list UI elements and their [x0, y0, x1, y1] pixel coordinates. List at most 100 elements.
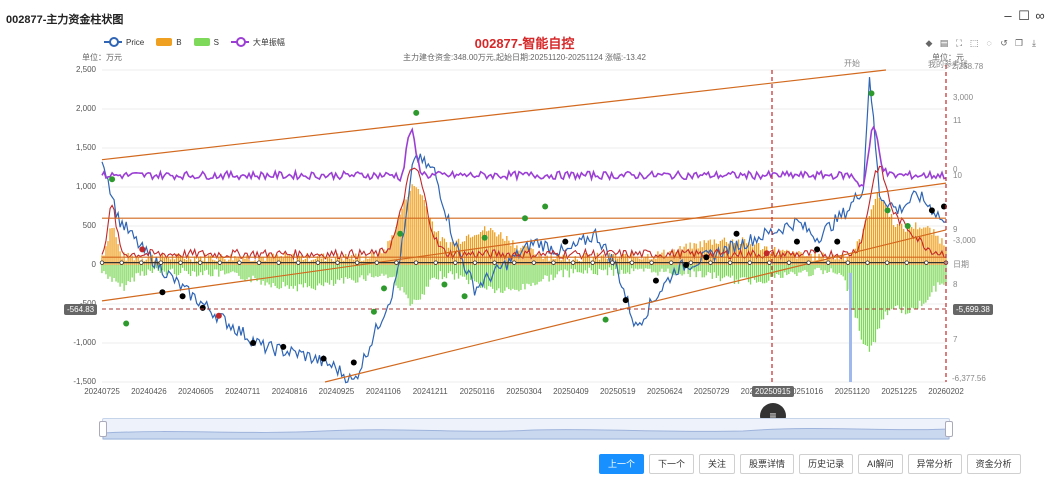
- bar-s: [500, 265, 502, 293]
- bar-s: [651, 265, 653, 273]
- bar-s: [524, 265, 526, 290]
- bar-s: [200, 265, 202, 273]
- bar-b: [137, 256, 139, 265]
- signal-dot: [562, 238, 569, 245]
- bar-s: [659, 265, 661, 272]
- anomaly-button[interactable]: 异常分析: [907, 454, 962, 474]
- bar-s: [324, 265, 327, 283]
- bar-s: [717, 265, 719, 276]
- prev-button[interactable]: 上一个: [599, 454, 645, 474]
- bar-s: [294, 265, 296, 286]
- annotation-label: 开始: [844, 59, 860, 68]
- signal-dot: [280, 343, 287, 350]
- bar-s: [641, 265, 643, 269]
- bar-b: [113, 227, 115, 265]
- bar-b: [492, 230, 494, 265]
- amplitude-line: [101, 125, 947, 188]
- y-tick-label: -1,500: [73, 377, 96, 386]
- zero-marker: [413, 260, 419, 265]
- zoom-handle-right[interactable]: [945, 421, 953, 437]
- bar-b: [270, 257, 272, 265]
- bar-s: [363, 265, 365, 280]
- bar-s: [639, 265, 641, 269]
- bar-s: [792, 265, 794, 273]
- bar-s: [731, 265, 734, 276]
- bar-s: [588, 265, 591, 268]
- bar-s: [441, 265, 444, 280]
- bar-s: [189, 265, 192, 277]
- bar-b: [558, 253, 560, 265]
- bar-s: [145, 265, 147, 276]
- fund-analysis-button[interactable]: 资金分析: [966, 454, 1021, 474]
- bar-b: [129, 257, 131, 265]
- bar-s: [842, 265, 844, 277]
- bar-s: [177, 265, 180, 275]
- signal-dot: [215, 312, 222, 319]
- trend-line-upper: [101, 69, 887, 161]
- bar-b: [506, 236, 508, 265]
- bar-s: [594, 265, 597, 275]
- zoom-handle-left[interactable]: [99, 421, 107, 437]
- bar-s: [318, 265, 321, 284]
- signal-dot: [733, 230, 740, 237]
- signal-dot: [652, 277, 659, 284]
- bar-b: [111, 228, 113, 265]
- bar-s: [719, 265, 721, 282]
- right-axis-label: 10: [953, 171, 962, 180]
- bar-b: [625, 253, 627, 265]
- bar-s: [254, 265, 256, 279]
- zero-marker: [551, 260, 556, 265]
- bar-s: [389, 265, 391, 278]
- bar-s: [725, 265, 728, 276]
- bar-b: [802, 254, 804, 265]
- bar-s: [127, 265, 129, 282]
- bar-b: [441, 237, 444, 265]
- bar-b: [544, 256, 546, 265]
- bar-s: [117, 265, 119, 283]
- bar-b: [262, 256, 264, 265]
- bar-s: [917, 265, 919, 309]
- bar-s: [405, 265, 407, 295]
- bar-s: [173, 265, 176, 275]
- bar-b: [864, 220, 867, 265]
- bar-s: [417, 265, 419, 300]
- bar-s: [508, 265, 510, 290]
- y-tick-label: 1,500: [75, 143, 96, 152]
- bar-b: [866, 218, 869, 265]
- bar-s: [455, 265, 458, 274]
- chart-plot[interactable]: [0, 0, 1049, 482]
- bar-b: [409, 190, 411, 265]
- zoom-slider[interactable]: [99, 418, 953, 440]
- ai-question-button[interactable]: AI解问: [858, 454, 903, 474]
- bar-s: [457, 265, 460, 279]
- zero-marker: [197, 260, 203, 265]
- bar-s: [667, 265, 669, 269]
- bar-s: [824, 265, 826, 271]
- bar-s: [735, 265, 738, 280]
- bar-s: [365, 265, 367, 281]
- zero-marker: [629, 260, 635, 265]
- bar-b: [606, 258, 609, 265]
- bar-s: [844, 265, 846, 281]
- bar-b: [451, 241, 454, 265]
- signal-dot: [413, 109, 420, 116]
- bar-s: [578, 265, 580, 273]
- stock-detail-button[interactable]: 股票详情: [740, 454, 795, 474]
- bar-b: [115, 237, 117, 265]
- bar-s: [550, 265, 552, 275]
- right-axis-label: 8: [953, 280, 958, 289]
- bar-s: [925, 265, 927, 303]
- bar-b: [705, 242, 707, 265]
- bar-b: [538, 253, 540, 265]
- bar-s: [808, 265, 810, 277]
- bar-b: [933, 229, 935, 265]
- bar-s: [121, 265, 123, 284]
- bar-s: [230, 265, 232, 273]
- bar-b: [900, 223, 903, 265]
- next-button[interactable]: 下一个: [649, 454, 695, 474]
- follow-button[interactable]: 关注: [699, 454, 736, 474]
- bar-s: [931, 265, 933, 293]
- bar-b: [107, 241, 109, 265]
- history-button[interactable]: 历史记录: [799, 454, 854, 474]
- bar-s: [467, 265, 470, 285]
